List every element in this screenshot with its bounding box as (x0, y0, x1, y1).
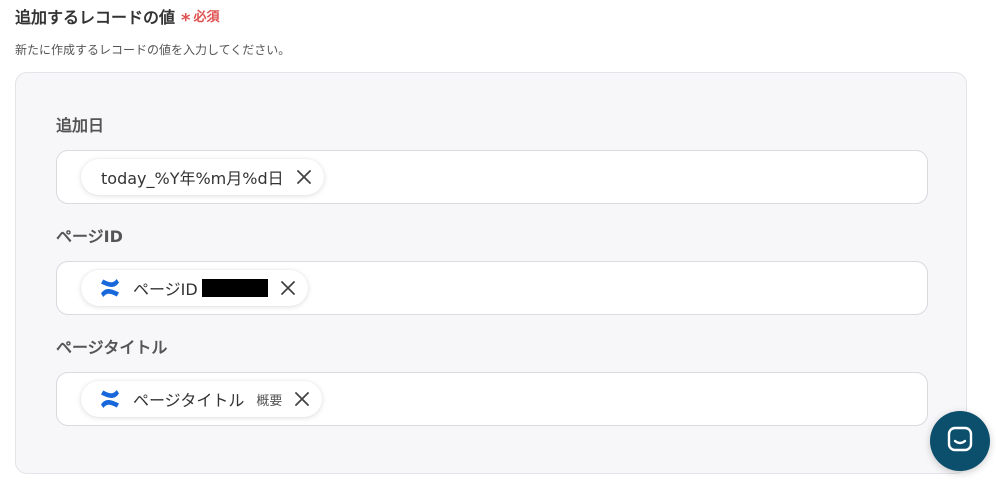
field-label-page-title: ページタイトル (56, 338, 168, 357)
chat-icon (946, 425, 974, 457)
chip-text: today_%Y年%m月%d日 (101, 169, 284, 188)
value-chip[interactable]: ページID (81, 270, 308, 306)
required-asterisk: * (181, 10, 191, 31)
field-label-added-date: 追加日 (56, 116, 105, 135)
value-chip[interactable]: ページタイトル 概要 (81, 381, 323, 417)
close-icon[interactable] (294, 167, 314, 187)
chat-launcher-button[interactable] (930, 411, 990, 471)
section-header: 追加するレコードの値 * 必須 (15, 6, 219, 30)
chip-text: ページID (133, 280, 198, 299)
field-label-page-id: ページID (56, 227, 123, 246)
value-chip[interactable]: today_%Y年%m月%d日 (81, 159, 324, 195)
required-indicator: * 必須 (181, 6, 219, 30)
close-icon[interactable] (278, 278, 298, 298)
field-input-page-id[interactable]: ページID (56, 261, 928, 315)
required-label: 必須 (193, 10, 220, 25)
chip-sub-label: 概要 (256, 393, 283, 409)
section-title: 追加するレコードの値 (15, 8, 176, 27)
confluence-icon (99, 388, 121, 410)
confluence-icon (99, 277, 121, 299)
redacted-value (201, 279, 268, 297)
field-input-added-date[interactable]: today_%Y年%m月%d日 (56, 150, 928, 204)
close-icon[interactable] (292, 389, 312, 409)
record-values-panel: 追加日 today_%Y年%m月%d日 ページID ページID ページタイトル … (15, 72, 967, 474)
section-description: 新たに作成するレコードの値を入力してください。 (15, 43, 291, 57)
chip-text: ページタイトル (133, 391, 245, 410)
field-input-page-title[interactable]: ページタイトル 概要 (56, 372, 928, 426)
